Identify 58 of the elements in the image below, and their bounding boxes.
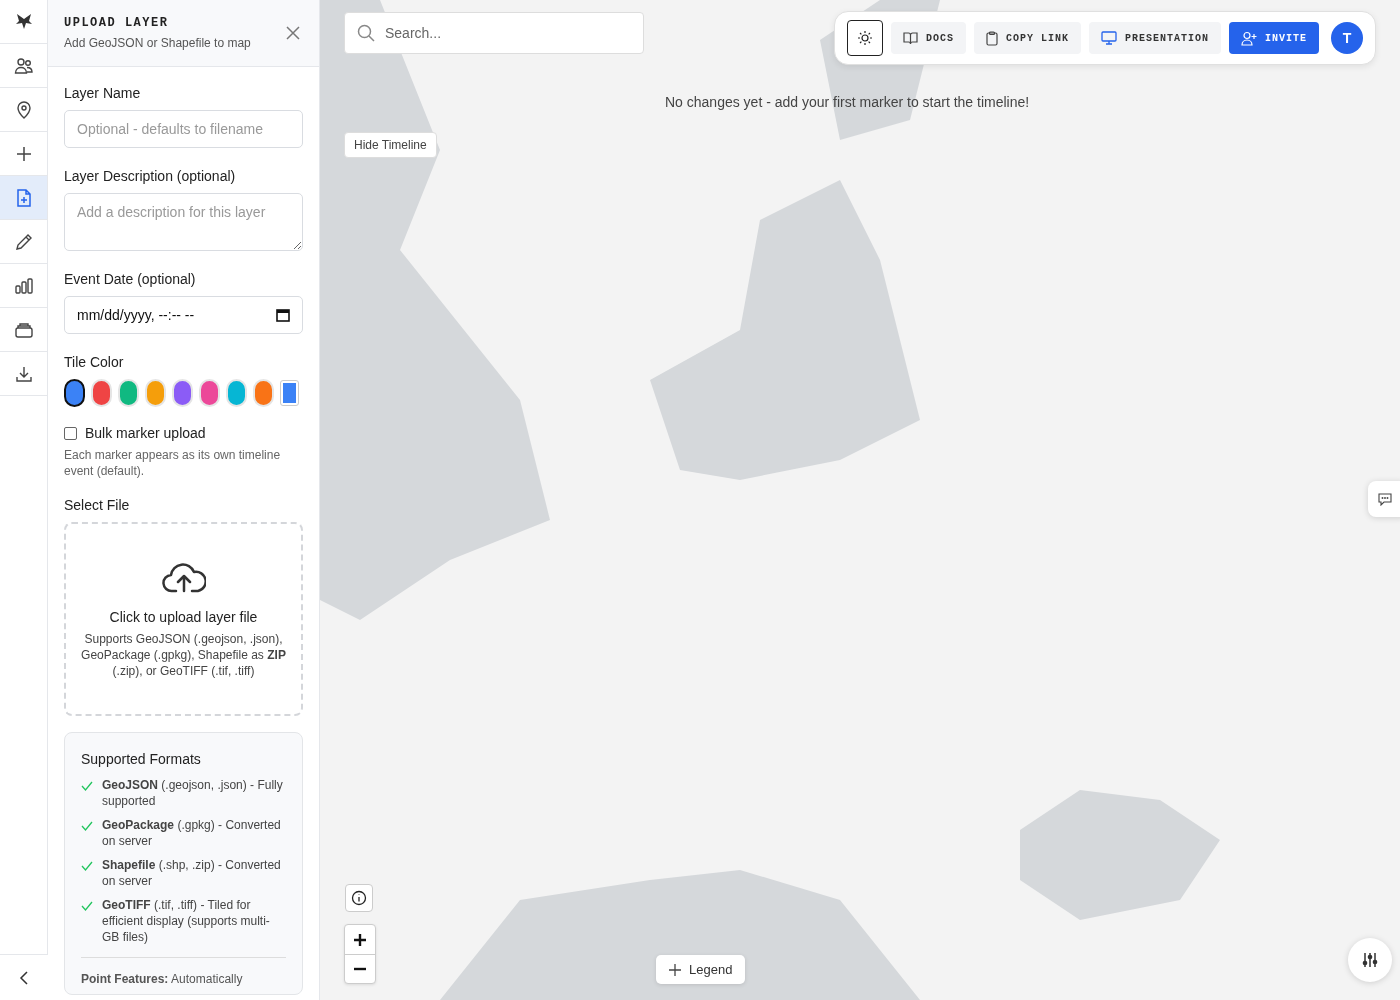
- file-dropzone[interactable]: Click to upload layer file Supports GeoJSON (.geojson, .json), GeoPackage (.gpkg), Shapefile as ZIP (.zip), or GeoTIFF (.tif, .tiff): [64, 522, 303, 716]
- color-swatch[interactable]: [64, 379, 85, 407]
- format-item: GeoPackage (.gpkg) - Converted on server: [102, 817, 282, 849]
- user-plus-icon: [1241, 30, 1257, 46]
- check-icon: [81, 861, 93, 871]
- clipboard-icon: [985, 30, 998, 46]
- field-label: Tile Color: [64, 354, 125, 370]
- bulk-checkbox[interactable]: [64, 426, 77, 440]
- close-icon: [285, 25, 301, 41]
- plus-icon: [354, 933, 366, 946]
- invite-button[interactable]: INVITE: [1229, 22, 1319, 54]
- legend-button[interactable]: Legend: [656, 955, 746, 984]
- format-item: GeoTIFF (.tif, .tiff) - Tiled for efficient display (supports multi-GB files): [102, 897, 271, 945]
- chevron-left-icon: [18, 969, 30, 986]
- format-item: GeoJSON (.geojson, .json) - Fully supported: [102, 777, 284, 809]
- chat-bubble-icon: [1378, 492, 1392, 506]
- description-field[interactable]: Add a description for this layer: [64, 193, 303, 251]
- upload-description: Supports GeoJSON (.geojson, .json), GeoPackage (.gpkg), Shapefile as ZIP (.zip), or GeoTIFF (.tif, .tiff): [80, 631, 287, 679]
- book-icon: [902, 31, 918, 45]
- check-icon: [81, 901, 93, 911]
- field-label: Layer Description (optional): [64, 168, 237, 184]
- check-icon: [81, 781, 93, 791]
- color-picker[interactable]: [280, 380, 299, 406]
- info-button[interactable]: [345, 884, 373, 912]
- search-field[interactable]: Search...: [344, 12, 644, 54]
- plus-icon: [14, 144, 33, 163]
- field-label: Layer Name: [64, 85, 142, 101]
- panel-title: UPLOAD LAYER: [64, 16, 170, 30]
- sliders-icon: [1362, 952, 1378, 968]
- upload-title: Click to upload layer file: [109, 609, 258, 625]
- link-button[interactable]: COPY LINK: [973, 22, 1081, 54]
- date-field[interactable]: mm/dd/yyyy, --:-- --: [64, 296, 303, 334]
- hide-timeline-button[interactable]: Hide Timeline: [344, 132, 437, 158]
- bar-chart-icon: [13, 275, 34, 296]
- hint-text: Each marker appears as its own timeline event (default).: [64, 447, 282, 479]
- field-label: Event Date (optional): [64, 271, 197, 287]
- docs-button[interactable]: DOCS: [890, 22, 966, 54]
- formats-title: Supported Formats: [81, 751, 202, 767]
- field-label: Select File: [64, 497, 131, 513]
- calendar-icon: [276, 308, 290, 322]
- info-icon: [351, 890, 367, 906]
- monitor-icon: [1100, 31, 1117, 45]
- sidebar-item[interactable]: [0, 176, 47, 220]
- presentation-button[interactable]: PRESENTATION: [1088, 22, 1221, 54]
- user-avatar[interactable]: T: [1331, 22, 1363, 54]
- checkbox-label: Bulk marker upload: [85, 425, 206, 441]
- format-item: Shapefile (.shp, .zip) - Converted on server: [102, 857, 282, 889]
- comments-button[interactable]: [1368, 481, 1400, 517]
- panel-subtitle: Add GeoJSON or Shapefile to map: [64, 36, 251, 50]
- format-note: Point Features: Automatically: [81, 972, 244, 986]
- check-icon: [81, 821, 93, 831]
- plus-icon: [669, 963, 681, 976]
- sun-icon: [856, 30, 873, 46]
- timeline-message: No changes yet - add your first marker to start the timeline!: [665, 94, 1030, 110]
- theme-toggle-button[interactable]: [846, 20, 883, 56]
- search-icon: [357, 24, 375, 42]
- users-icon: [13, 55, 34, 76]
- layer-name-field[interactable]: Optional - defaults to filename: [64, 110, 303, 148]
